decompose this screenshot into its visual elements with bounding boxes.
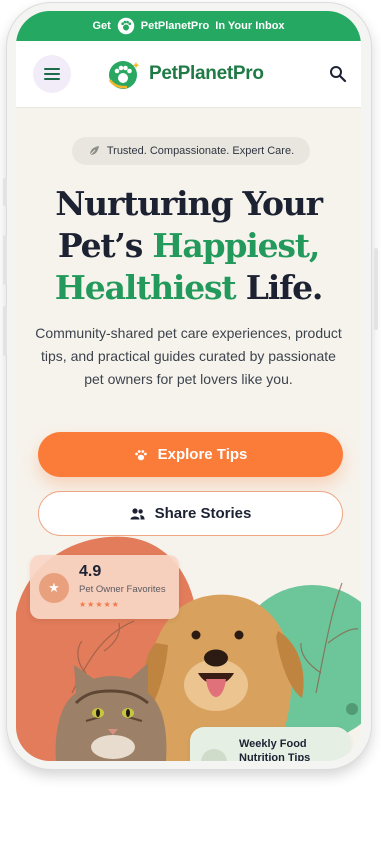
users-icon bbox=[130, 507, 145, 519]
promo-brand: PetPlanetPro bbox=[140, 20, 210, 32]
phone-side-button bbox=[3, 235, 7, 285]
paw-logo-icon bbox=[108, 61, 140, 89]
newsletter-promo-bar[interactable]: Get PetPlanetPro In Your Inbox bbox=[16, 11, 361, 41]
menu-button[interactable] bbox=[33, 55, 71, 93]
search-icon[interactable] bbox=[329, 65, 347, 83]
phone-power-button bbox=[374, 248, 378, 330]
brand-name: PetPlanetPro bbox=[149, 63, 264, 84]
paw-icon bbox=[134, 449, 147, 460]
headline-text: Pet’s bbox=[57, 226, 153, 265]
hero-subtitle: Community-shared pet care experiences, p… bbox=[35, 325, 342, 387]
headline-line-3: Healthiest Life. bbox=[16, 267, 361, 309]
phone-side-button bbox=[3, 306, 7, 356]
rating-card: ★ 4.9 Pet Owner Favorites ★★★★★ bbox=[30, 555, 179, 619]
headline-line-1: Nurturing Your bbox=[55, 184, 323, 223]
phone-side-button bbox=[3, 178, 7, 206]
trust-badge: Trusted. Compassionate. Expert Care. bbox=[72, 137, 310, 165]
rating-label: Pet Owner Favorites bbox=[79, 584, 166, 595]
headline-highlight: Happiest, bbox=[152, 226, 320, 265]
brand-logo-link[interactable]: PetPlanetPro bbox=[107, 58, 264, 90]
leaf-icon bbox=[89, 146, 99, 156]
paw-logo-icon bbox=[117, 17, 135, 35]
hamburger-menu-icon bbox=[44, 68, 60, 80]
food-tips-title: Weekly Food Nutrition Tips bbox=[239, 738, 311, 761]
rating-value: 4.9 bbox=[79, 563, 102, 580]
promo-suffix: In Your Inbox bbox=[215, 20, 285, 32]
phone-screen: Get PetPlanetPro In Your Inbox PetPlanet… bbox=[16, 11, 361, 761]
explore-tips-label: Explore Tips bbox=[157, 446, 248, 463]
promo-prefix: Get bbox=[92, 20, 111, 32]
hero-headline: Nurturing Your Pet’s Happiest, Healthies… bbox=[16, 183, 361, 309]
trust-badge-text: Trusted. Compassionate. Expert Care. bbox=[106, 145, 295, 157]
rating-stars: ★★★★★ bbox=[79, 600, 120, 609]
food-bowl-icon bbox=[201, 749, 227, 761]
headline-text: Life. bbox=[235, 268, 324, 307]
headline-highlight: Healthiest bbox=[54, 268, 237, 307]
share-stories-label: Share Stories bbox=[154, 505, 252, 522]
headline-line-2: Pet’s Happiest, bbox=[16, 225, 361, 267]
star-icon: ★ bbox=[39, 573, 69, 603]
explore-tips-button[interactable]: Explore Tips bbox=[38, 432, 343, 477]
top-navigation: PetPlanetPro bbox=[16, 41, 361, 108]
food-tips-card[interactable]: Weekly Food Nutrition Tips bbox=[190, 727, 350, 761]
share-stories-button[interactable]: Share Stories bbox=[38, 491, 343, 536]
